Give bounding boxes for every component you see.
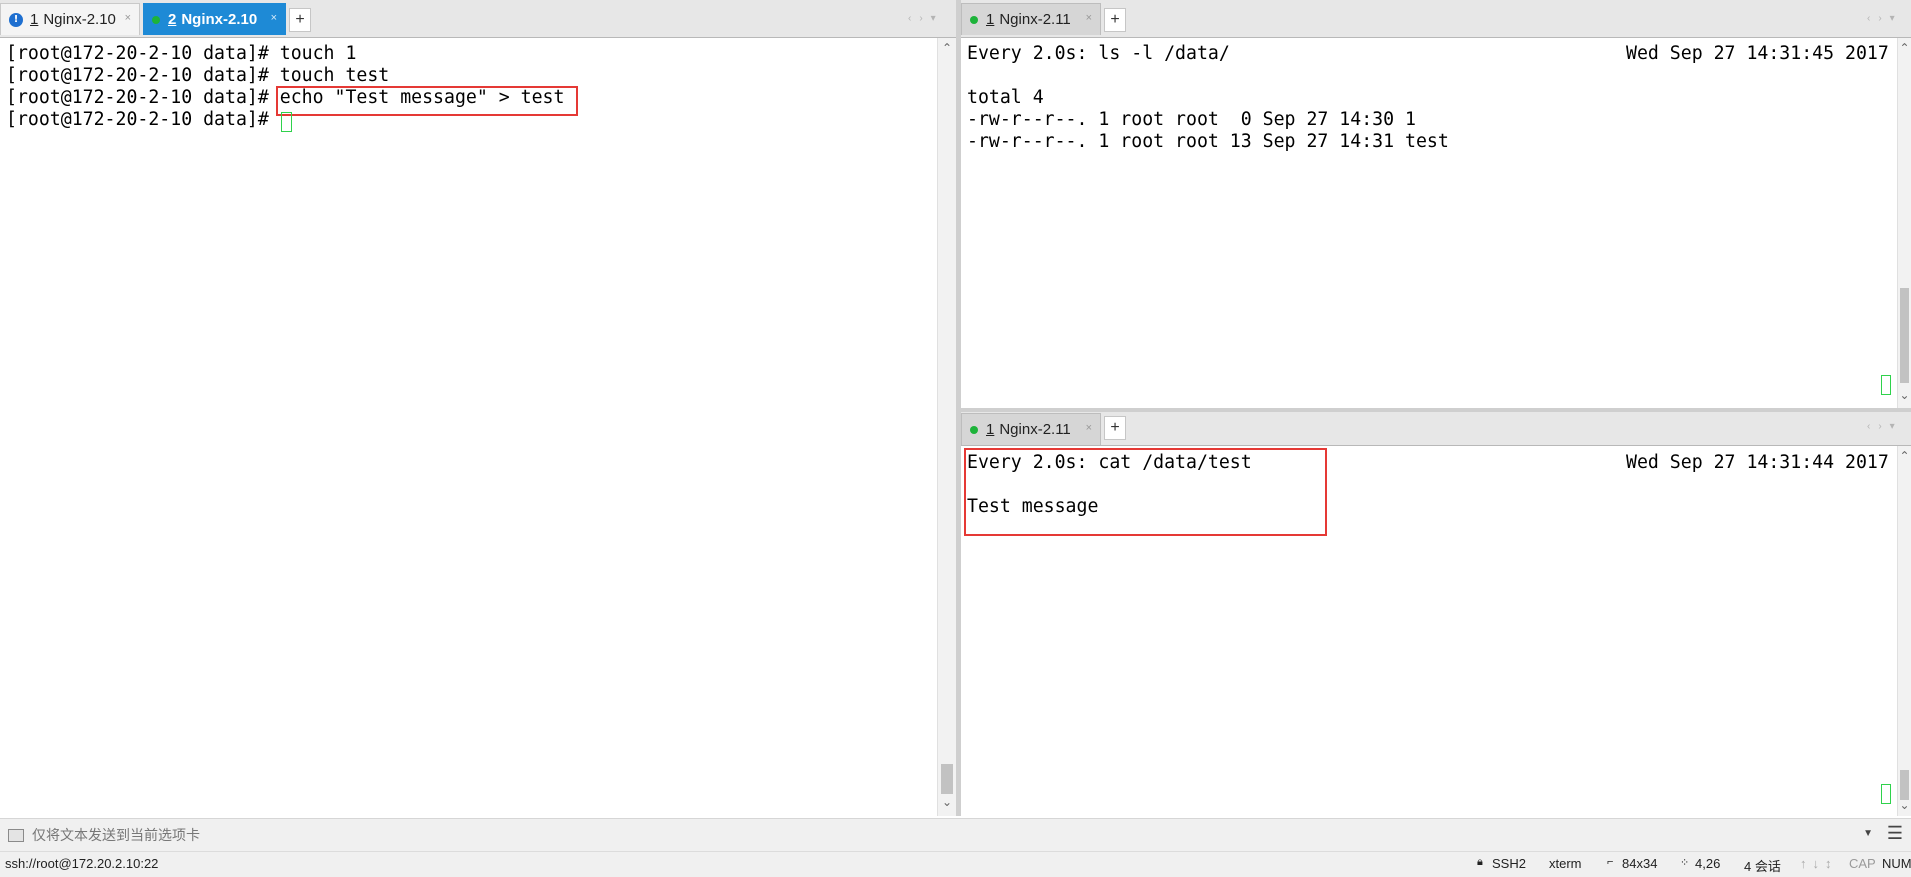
tab-number: 1 xyxy=(30,11,39,28)
tab-number: 2 xyxy=(168,11,177,28)
left-terminal[interactable]: [root@172-20-2-10 data]# touch 1 [root@17… xyxy=(6,43,936,813)
terminal-line: total 4 xyxy=(967,87,1044,108)
session-count: 4 会话 xyxy=(1744,859,1781,874)
scroll-up-icon[interactable]: ⌃ xyxy=(1898,449,1911,463)
scroll-up-icon[interactable]: ⌃ xyxy=(1898,41,1911,55)
tab-nginx-2-11-top[interactable]: 1 Nginx-2.11 × xyxy=(961,3,1101,35)
add-tab-button[interactable]: + xyxy=(1104,8,1126,32)
left-tab-bar: ! 1 Nginx-2.10 × 2 Nginx-2.10 × + ‹›▾ xyxy=(0,0,956,38)
connected-status-icon xyxy=(970,425,978,434)
tab-label: Nginx-2.10 xyxy=(181,11,258,28)
tab-label: Nginx-2.11 xyxy=(999,421,1071,438)
scroll-up-icon[interactable]: ⌃ xyxy=(938,41,956,55)
highlight-box-echo-command xyxy=(276,86,578,116)
tab-close-icon[interactable]: × xyxy=(271,12,277,24)
highlight-box-watch-output xyxy=(964,448,1327,536)
tab-close-icon[interactable]: × xyxy=(125,12,131,24)
terminal-line: [root@172-20-2-10 data]# touch test xyxy=(6,65,390,86)
tab-nginx-2-11-bottom[interactable]: 1 Nginx-2.11 × xyxy=(961,413,1101,445)
terminal-line: -rw-r--r--. 1 root root 13 Sep 27 14:31 … xyxy=(967,131,1449,152)
connected-status-icon xyxy=(152,15,160,24)
terminal-line: -rw-r--r--. 1 root root 0 Sep 27 14:30 1 xyxy=(967,109,1416,130)
tab-close-icon[interactable]: × xyxy=(1086,422,1092,434)
connected-status-icon xyxy=(970,15,978,24)
protocol-label: SSH2 xyxy=(1492,856,1526,871)
right-top-scrollbar[interactable]: ⌃ ⌄ xyxy=(1897,38,1911,408)
cursor-position-icon: ⁘ xyxy=(1680,857,1690,869)
send-text-icon xyxy=(8,828,24,842)
terminal-cursor xyxy=(1881,375,1891,395)
watch-timestamp: Wed Sep 27 14:31:44 2017 xyxy=(1626,452,1889,473)
cursor-position: 4,26 xyxy=(1695,856,1721,871)
right-top-terminal[interactable]: Every 2.0s: ls -l /data/Wed Sep 27 14:31… xyxy=(967,43,1893,403)
info-icon: ! xyxy=(9,12,23,27)
status-bar: ssh://root@172.20.2.10:22 🔒︎ SSH2 xterm … xyxy=(0,851,1911,877)
right-bottom-scrollbar[interactable]: ⌃ ⌄ xyxy=(1897,446,1911,816)
scroll-thumb[interactable] xyxy=(1900,288,1909,383)
scroll-down-icon[interactable]: ⌄ xyxy=(938,795,956,809)
send-options-dropdown-icon[interactable]: ▼ xyxy=(1863,828,1873,839)
tab-number: 1 xyxy=(986,421,995,438)
right-top-tab-bar: 1 Nginx-2.11 × + ‹›▾ xyxy=(961,0,1911,38)
add-tab-button[interactable]: + xyxy=(289,8,311,32)
send-text-bar[interactable]: 仅将文本发送到当前选项卡 ▼ ☰ xyxy=(0,818,1911,851)
scroll-down-icon[interactable]: ⌄ xyxy=(1898,798,1911,812)
terminal-cursor xyxy=(1881,784,1891,804)
terminal-size: 84x34 xyxy=(1622,856,1658,871)
size-icon: ⌐ xyxy=(1607,856,1614,868)
terminal-cursor xyxy=(281,112,292,132)
tab-nginx-2-10-1[interactable]: ! 1 Nginx-2.10 × xyxy=(0,3,140,35)
tab-number: 1 xyxy=(986,11,995,28)
send-text-placeholder: 仅将文本发送到当前选项卡 xyxy=(32,827,200,843)
tab-label: Nginx-2.11 xyxy=(999,11,1071,28)
menu-icon[interactable]: ☰ xyxy=(1887,823,1903,844)
caps-lock-indicator: CAP xyxy=(1849,856,1876,871)
right-bottom-tab-bar: 1 Nginx-2.11 × + ‹›▾ xyxy=(961,412,1911,446)
watch-command: Every 2.0s: ls -l /data/ xyxy=(967,43,1230,64)
scroll-down-icon[interactable]: ⌄ xyxy=(1898,388,1911,402)
left-scrollbar[interactable]: ⌃ ⌄ xyxy=(937,38,956,816)
tab-scroll-arrows-icon[interactable]: ‹›▾ xyxy=(1867,13,1903,24)
connection-address: ssh://root@172.20.2.10:22 xyxy=(5,856,159,871)
add-tab-button[interactable]: + xyxy=(1104,416,1126,440)
scroll-thumb[interactable] xyxy=(941,764,953,794)
session-nav-arrows-icon[interactable]: ↑↓↕ xyxy=(1800,856,1838,871)
terminal-type: xterm xyxy=(1549,856,1582,871)
tab-scroll-arrows-icon[interactable]: ‹›▾ xyxy=(1867,421,1903,432)
lock-icon: 🔒︎ xyxy=(1477,856,1483,868)
terminal-line: [root@172-20-2-10 data]# touch 1 xyxy=(6,43,357,64)
tab-nginx-2-10-2[interactable]: 2 Nginx-2.10 × xyxy=(143,3,286,35)
tab-close-icon[interactable]: × xyxy=(1086,12,1092,24)
tab-label: Nginx-2.10 xyxy=(43,11,116,28)
tab-scroll-arrows-icon[interactable]: ‹›▾ xyxy=(908,13,944,24)
watch-timestamp: Wed Sep 27 14:31:45 2017 xyxy=(1626,43,1889,64)
num-lock-indicator: NUM xyxy=(1882,856,1911,871)
scroll-thumb[interactable] xyxy=(1900,770,1909,800)
